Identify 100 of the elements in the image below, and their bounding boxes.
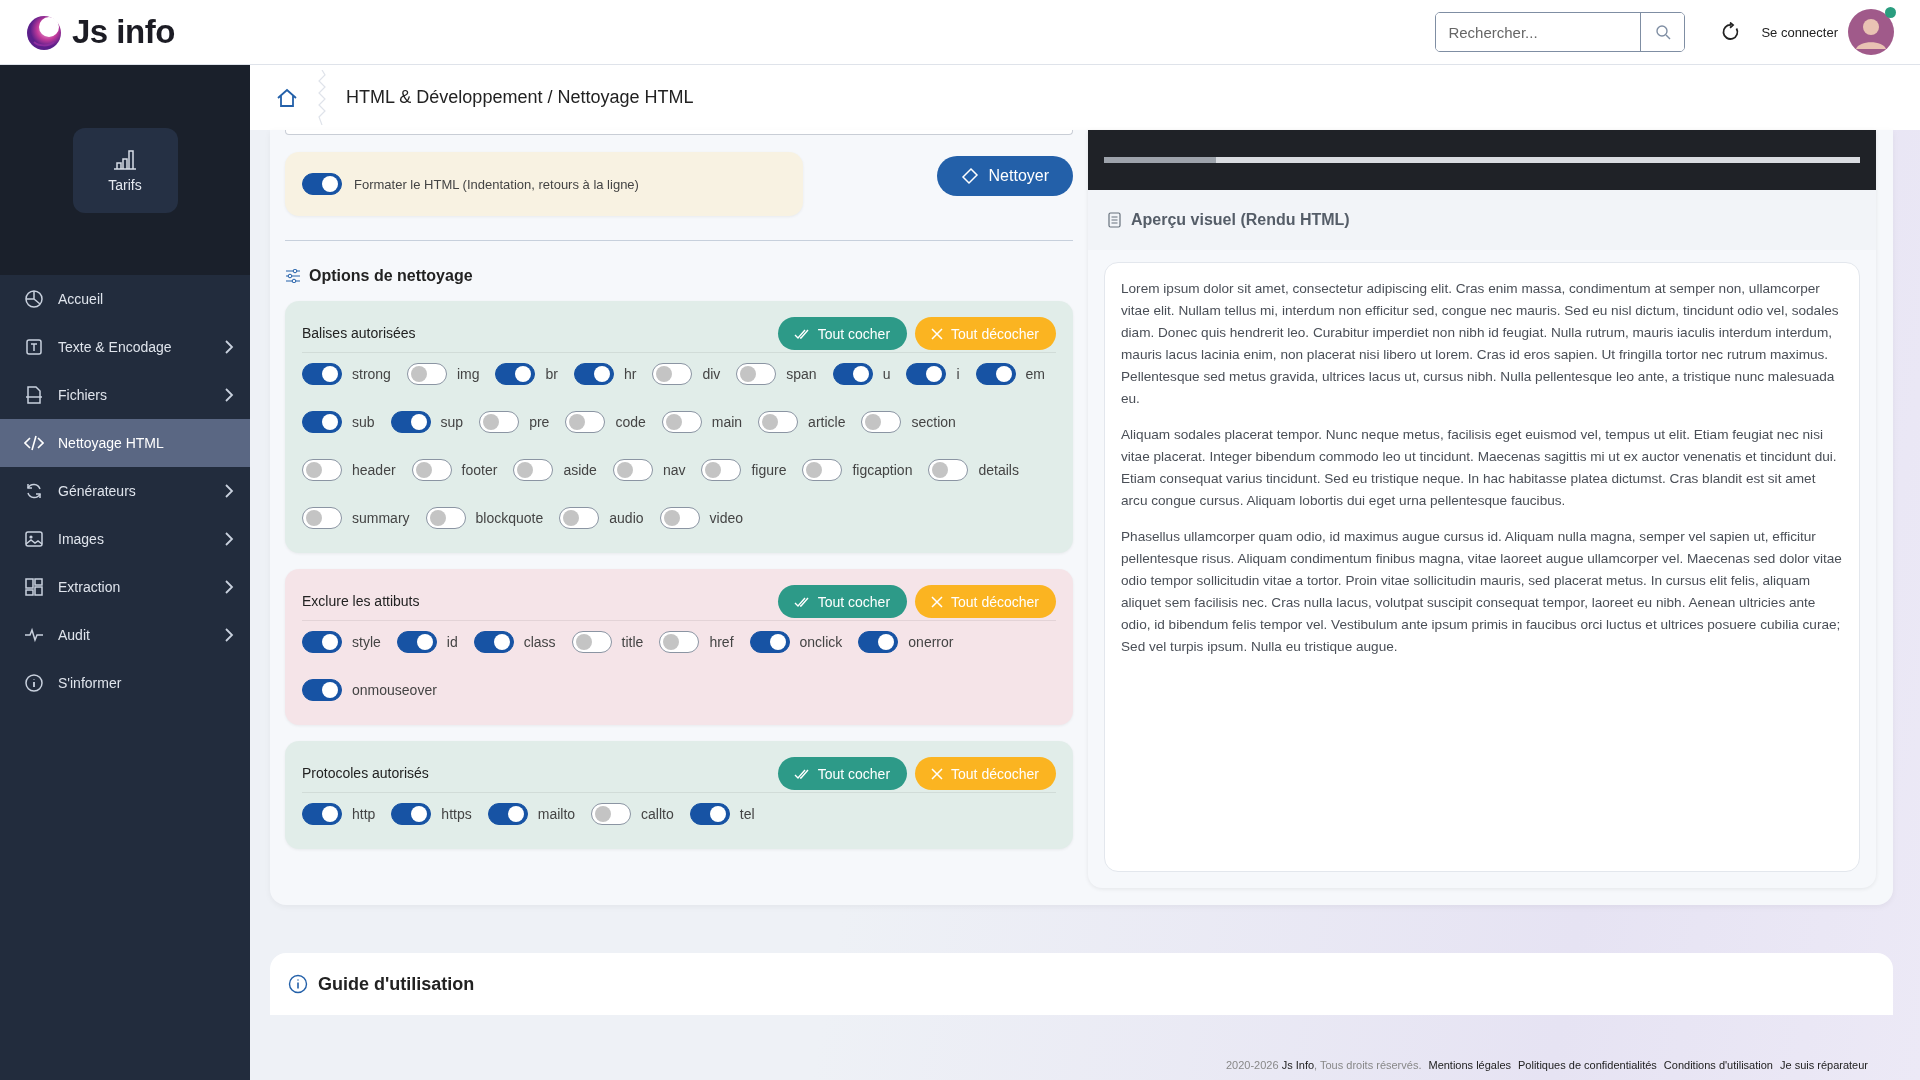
- toggle-switch[interactable]: [406, 363, 447, 385]
- toggle-switch[interactable]: [689, 803, 730, 825]
- toggle-switch[interactable]: [928, 459, 969, 481]
- toggle-switch[interactable]: [858, 631, 899, 653]
- site-logo-text: Js info: [72, 13, 175, 51]
- toggle-switch[interactable]: [479, 411, 520, 433]
- toggle-label: summary: [352, 510, 410, 526]
- toggle-switch[interactable]: [701, 459, 742, 481]
- document-icon: [24, 385, 44, 405]
- toggle-switch[interactable]: [302, 507, 342, 529]
- toggle-label: span: [786, 366, 817, 382]
- footer-link[interactable]: Conditions d'utilisation: [1663, 1059, 1773, 1071]
- sidebar-item[interactable]: Audit: [0, 611, 250, 659]
- toggle-label: img: [456, 366, 480, 382]
- toggle-label: sub: [352, 414, 375, 430]
- toggle-label: https: [441, 806, 472, 822]
- toggle-label: onclick: [799, 634, 843, 650]
- toggle-switch[interactable]: [425, 507, 466, 529]
- pie-chart-icon: [24, 289, 44, 309]
- login-link[interactable]: Se connecter: [1761, 24, 1838, 40]
- sidebar-item[interactable]: Extraction: [0, 563, 250, 611]
- toggle-label: callto: [641, 806, 674, 822]
- toggle-label: section: [911, 414, 956, 430]
- toggle-label: em: [1025, 366, 1046, 382]
- toggle-switch[interactable]: [906, 363, 947, 385]
- close-icon: [931, 767, 944, 780]
- close-icon: [931, 327, 944, 340]
- toggle-switch[interactable]: [473, 631, 514, 653]
- sidebar-item[interactable]: Accueil: [0, 275, 250, 323]
- toggle-switch[interactable]: [659, 631, 700, 653]
- toggle-switch[interactable]: [591, 803, 632, 825]
- toggle-switch[interactable]: [302, 459, 342, 481]
- search-button[interactable]: [1640, 13, 1685, 51]
- sidebar-item[interactable]: Texte & Encodage: [0, 323, 250, 371]
- search-field[interactable]: Rechercher...: [1435, 12, 1686, 52]
- breadcrumb-text: HTML & Développement / Nettoyage HTML: [346, 87, 694, 108]
- toggle-switch[interactable]: [736, 363, 777, 385]
- toggle-label: aside: [563, 462, 597, 478]
- toggle-switch[interactable]: [495, 363, 536, 385]
- sidebar-item[interactable]: Images: [0, 515, 250, 563]
- section-title: Guide d'utilisation: [318, 973, 475, 995]
- toggle-switch[interactable]: [487, 803, 528, 825]
- footer-link[interactable]: Politiques de confidentialités: [1518, 1059, 1657, 1071]
- group-title: Exclure les attibuts: [302, 592, 421, 609]
- toggle-switch[interactable]: [573, 363, 614, 385]
- toggle-label: hr: [623, 366, 637, 382]
- eraser-icon: [960, 167, 979, 185]
- toggle-switch[interactable]: [559, 507, 600, 529]
- toggle-switch[interactable]: [390, 411, 431, 433]
- search-icon: [1654, 24, 1671, 40]
- avatar-icon[interactable]: [1848, 9, 1894, 55]
- toggle-switch[interactable]: [302, 363, 342, 385]
- section-title: Options de nettoyage: [309, 267, 473, 285]
- toggle-label: figcaption: [852, 462, 913, 478]
- toggle-label: strong: [352, 366, 391, 382]
- text-box-icon: [24, 337, 44, 357]
- toggle-switch[interactable]: [391, 803, 432, 825]
- toggle-label: blockquote: [475, 510, 544, 526]
- toggle-label: class: [523, 634, 556, 650]
- toggle-label: main: [711, 414, 743, 430]
- toggle-switch[interactable]: [302, 631, 342, 653]
- sidebar-item[interactable]: Nettoyage HTML: [0, 419, 250, 467]
- info-icon: [288, 974, 308, 994]
- document-icon: [1108, 212, 1121, 228]
- toggle-switch[interactable]: [513, 459, 554, 481]
- home-icon[interactable]: [276, 86, 298, 109]
- toggle-switch[interactable]: [652, 363, 693, 385]
- toggle-switch[interactable]: [975, 363, 1016, 385]
- footer-link[interactable]: Je suis réparateur: [1779, 1059, 1868, 1071]
- clean-button[interactable]: Nettoyer: [936, 156, 1073, 196]
- copyright-text: 2020-2026 Js Info, Tous droits réservés.: [1226, 1059, 1422, 1071]
- toggle-label: pre: [529, 414, 550, 430]
- toggle-switch[interactable]: [802, 459, 843, 481]
- toggle-label: audio: [609, 510, 644, 526]
- sidebar-item[interactable]: Fichiers: [0, 371, 250, 419]
- toggle-switch[interactable]: [758, 411, 799, 433]
- toggle-switch[interactable]: [612, 459, 653, 481]
- toggle-switch[interactable]: [302, 411, 342, 433]
- sidebar-item[interactable]: S'informer: [0, 659, 250, 707]
- toggle-label: nav: [662, 462, 686, 478]
- toggle-switch[interactable]: [659, 507, 700, 529]
- toggle-label: http: [352, 806, 376, 822]
- footer-link[interactable]: Mentions légales: [1428, 1059, 1512, 1071]
- pricing-button[interactable]: Tarifs: [72, 127, 178, 213]
- close-icon: [931, 595, 944, 608]
- toggle-switch[interactable]: [302, 679, 342, 701]
- toggle-switch[interactable]: [749, 631, 790, 653]
- toggle-switch[interactable]: [565, 411, 606, 433]
- toggle-switch[interactable]: [396, 631, 437, 653]
- toggle-switch[interactable]: [411, 459, 452, 481]
- double-check-icon: [793, 327, 810, 340]
- toggle-switch[interactable]: [832, 363, 873, 385]
- toggle-switch[interactable]: [861, 411, 902, 433]
- toggle-switch[interactable]: [571, 631, 612, 653]
- double-check-icon: [793, 595, 810, 608]
- refresh-icon: [24, 481, 44, 501]
- toggle-switch[interactable]: [302, 803, 342, 825]
- toggle-switch[interactable]: [302, 173, 342, 195]
- toggle-switch[interactable]: [661, 411, 702, 433]
- sidebar-item[interactable]: Générateurs: [0, 467, 250, 515]
